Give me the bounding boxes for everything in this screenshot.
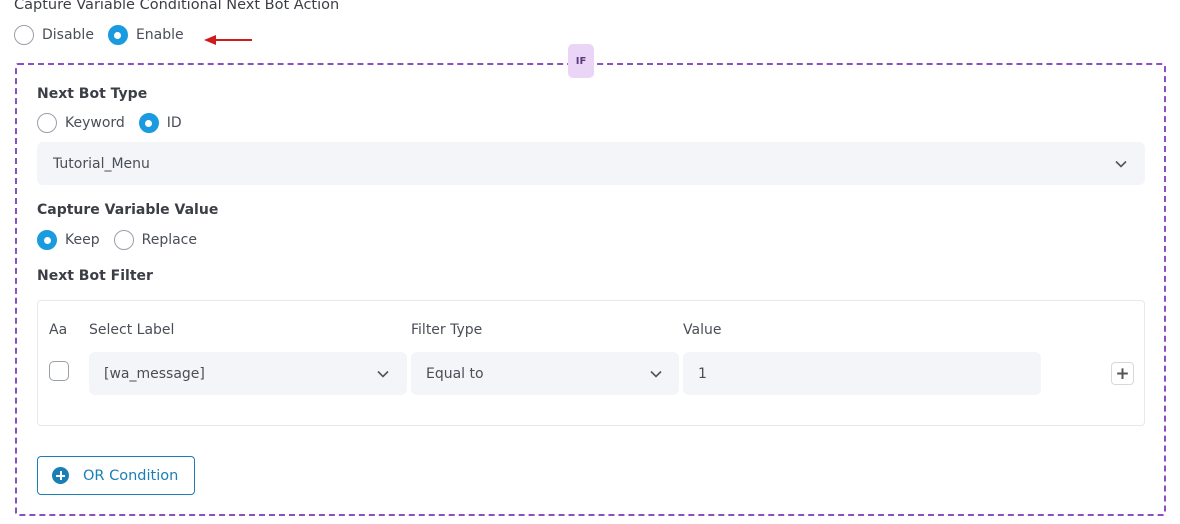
enable-radio[interactable]: Enable bbox=[107, 25, 184, 45]
value-header: Value bbox=[683, 322, 722, 338]
chevron-down-icon bbox=[377, 370, 389, 378]
keep-radio[interactable]: Keep bbox=[37, 230, 100, 250]
chevron-down-icon bbox=[650, 370, 662, 378]
section-title: Capture Variable Conditional Next Bot Ac… bbox=[14, 0, 340, 13]
arrow-left-icon bbox=[204, 35, 252, 45]
disable-radio-circle[interactable] bbox=[14, 25, 34, 45]
disable-radio-label: Disable bbox=[42, 27, 94, 43]
filter-type-dropdown[interactable]: Equal to bbox=[411, 352, 679, 395]
replace-radio-label: Replace bbox=[141, 232, 197, 248]
next-bot-type-label: Next Bot Type bbox=[37, 86, 148, 102]
add-filter-button[interactable]: + bbox=[1111, 362, 1134, 385]
id-radio-label: ID bbox=[166, 115, 182, 131]
case-sensitive-checkbox[interactable] bbox=[49, 361, 69, 381]
enable-radio-label: Enable bbox=[135, 27, 184, 43]
value-input[interactable]: 1 bbox=[683, 352, 1041, 395]
enable-radio-circle[interactable] bbox=[107, 25, 128, 45]
keep-radio-label: Keep bbox=[65, 232, 100, 248]
next-bot-select-value: Tutorial_Menu bbox=[53, 155, 150, 172]
if-badge: IF bbox=[568, 44, 594, 78]
or-condition-label: OR Condition bbox=[83, 467, 179, 484]
capture-toggle-group: Disable Enable bbox=[14, 25, 198, 45]
plus-icon: + bbox=[1115, 363, 1130, 384]
case-sensitive-header: Aa bbox=[49, 322, 68, 338]
select-label-header: Select Label bbox=[89, 322, 175, 338]
id-radio-circle[interactable] bbox=[138, 113, 159, 133]
keyword-radio-label: Keyword bbox=[65, 115, 125, 131]
disable-radio[interactable]: Disable bbox=[14, 25, 94, 45]
keyword-radio[interactable]: Keyword bbox=[37, 113, 125, 133]
next-bot-select[interactable]: Tutorial_Menu bbox=[37, 142, 1145, 185]
replace-radio[interactable]: Replace bbox=[113, 230, 197, 250]
next-bot-type-group: Keyword ID bbox=[37, 113, 196, 133]
or-condition-button[interactable]: OR Condition bbox=[37, 456, 195, 495]
plus-circle-icon bbox=[52, 467, 69, 484]
select-label-value: [wa_message] bbox=[104, 365, 205, 382]
keyword-radio-circle[interactable] bbox=[37, 113, 57, 133]
chevron-down-icon bbox=[1115, 160, 1127, 168]
filter-type-value: Equal to bbox=[426, 365, 484, 382]
id-radio[interactable]: ID bbox=[138, 113, 182, 133]
replace-radio-circle[interactable] bbox=[113, 230, 134, 250]
filter-type-header: Filter Type bbox=[411, 322, 483, 338]
value-input-text: 1 bbox=[698, 365, 707, 382]
capture-variable-value-label: Capture Variable Value bbox=[37, 202, 219, 218]
capture-variable-value-group: Keep Replace bbox=[37, 230, 211, 250]
select-label-dropdown[interactable]: [wa_message] bbox=[89, 352, 407, 395]
keep-radio-circle[interactable] bbox=[37, 230, 57, 250]
next-bot-filter-label: Next Bot Filter bbox=[37, 268, 153, 284]
